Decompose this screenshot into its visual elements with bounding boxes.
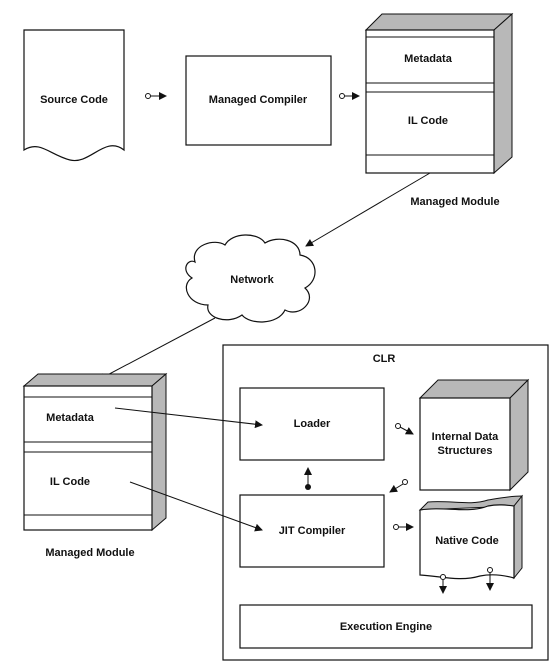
output-arrow [339, 92, 360, 100]
network-cloud: Network [185, 234, 316, 323]
metadata-label: Metadata [46, 412, 95, 424]
managed-module-top: Metadata IL Code Managed Module [364, 12, 514, 208]
to-network-arrow [305, 172, 431, 247]
internal-data-label-2: Structures [437, 445, 492, 457]
managed-module-label: Managed Module [45, 547, 134, 559]
execution-engine-label: Execution Engine [340, 621, 432, 633]
source-code-label: Source Code [40, 94, 108, 106]
loader-label: Loader [294, 418, 331, 430]
il-code-label: IL Code [50, 476, 90, 488]
clr-container: CLR Loader JIT Compiler Execution Engine… [222, 344, 549, 661]
network-label: Network [230, 274, 274, 286]
compile-arrow [145, 92, 167, 100]
il-code-label: IL Code [408, 115, 448, 127]
managed-compiler-label: Managed Compiler [209, 94, 308, 106]
clr-diagram: Source Code Managed Compiler Metadata IL… [22, 12, 549, 661]
managed-module-label: Managed Module [410, 196, 499, 208]
from-network-arrow [97, 317, 216, 381]
metadata-label: Metadata [404, 53, 453, 65]
internal-data-label-1: Internal Data [432, 431, 500, 443]
managed-compiler-box: Managed Compiler [185, 55, 332, 146]
native-code-label: Native Code [435, 535, 499, 547]
internal-data-structures: Internal Data Structures [418, 378, 530, 492]
managed-module-bottom: Metadata IL Code Managed Module [22, 372, 168, 559]
source-code-document: Source Code [23, 29, 125, 162]
jit-compiler-label: JIT Compiler [279, 525, 346, 537]
clr-title: CLR [373, 353, 396, 365]
